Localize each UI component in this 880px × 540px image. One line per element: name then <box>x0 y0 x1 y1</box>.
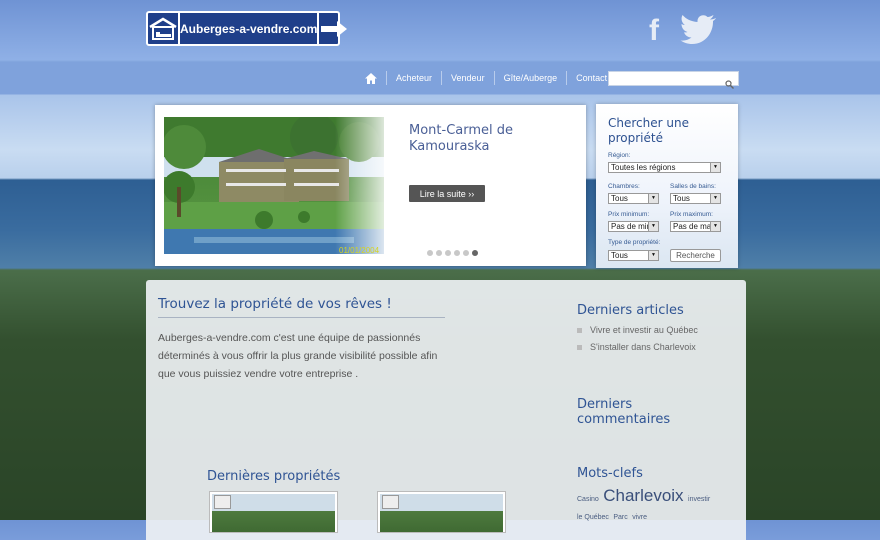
facebook-icon[interactable]: f <box>649 14 659 48</box>
page-heading: Trouvez la propriété de vos rêves ! <box>158 296 392 312</box>
slider-dot-3[interactable] <box>445 250 451 256</box>
slider-dot-4[interactable] <box>454 250 460 256</box>
chambres-label: Chambres: <box>608 183 640 190</box>
slider-dots <box>427 250 478 256</box>
camera-icon <box>214 495 231 509</box>
article-link-label: Vivre et investir au Québec <box>590 325 698 335</box>
house-bed-icon <box>148 13 180 44</box>
article-link[interactable]: Vivre et investir au Québec <box>577 325 698 335</box>
heading-divider <box>158 317 445 318</box>
slider-dot-2[interactable] <box>436 250 442 256</box>
panel-title: Chercher une propriété <box>608 116 689 145</box>
type-select[interactable]: Tous ▼ <box>608 250 659 261</box>
search-input[interactable] <box>608 71 739 89</box>
slider-dot-5[interactable] <box>463 250 469 256</box>
chambres-select[interactable]: Tous ▼ <box>608 193 659 204</box>
tag-link[interactable]: Charlevoix <box>603 486 683 505</box>
main-nav: Acheteur Vendeur Gîte/Auberge Contact <box>356 62 616 94</box>
slider-dot-6[interactable] <box>472 250 478 256</box>
tag-link[interactable]: Casino <box>577 496 599 503</box>
salles-label: Salles de bains: <box>670 183 716 190</box>
featured-slider: 01/01/2004 Mont-Carmel de Kamouraska Lir… <box>155 105 586 266</box>
arrow-right-icon <box>319 13 349 44</box>
type-label: Type de propriété: <box>608 239 661 246</box>
article-link[interactable]: S'installer dans Charlevoix <box>577 342 696 352</box>
region-select[interactable]: Toutes les régions ▼ <box>608 162 721 173</box>
chevron-down-icon: ▼ <box>648 194 658 203</box>
tags-heading: Mots-clefs <box>577 466 643 481</box>
prix-max-select[interactable]: Pas de max ▼ <box>670 221 721 232</box>
bullet-icon <box>577 344 582 350</box>
site-logo[interactable]: Auberges-a-vendre.com <box>146 11 348 46</box>
chevron-down-icon: ▼ <box>710 163 720 172</box>
prix-max-label: Prix maximum: <box>670 211 713 218</box>
salles-select[interactable]: Tous ▼ <box>670 193 721 204</box>
logo-text: Auberges-a-vendre.com <box>180 13 320 44</box>
chambres-select-value: Tous <box>611 194 628 203</box>
slide-title[interactable]: Mont-Carmel de Kamouraska <box>409 123 579 155</box>
tag-cloud: Casino Charlevoix investir le Québec Par… <box>577 486 727 524</box>
main-content: Trouvez la propriété de vos rêves ! Aube… <box>146 280 746 540</box>
salles-select-value: Tous <box>673 194 690 203</box>
nav-vendeur[interactable]: Vendeur <box>441 71 494 85</box>
prix-min-select-value: Pas de min <box>611 222 652 231</box>
tag-link[interactable]: investir <box>688 496 710 503</box>
latest-comments-heading: Derniers commentaires <box>577 397 671 427</box>
camera-icon <box>382 495 399 509</box>
nav-gite-auberge[interactable]: Gîte/Auberge <box>493 71 567 85</box>
prix-max-select-value: Pas de max <box>673 222 716 231</box>
latest-properties-heading: Dernières propriétés <box>207 469 341 484</box>
search-icon[interactable] <box>725 74 734 93</box>
chevron-down-icon: ▼ <box>710 194 720 203</box>
type-select-value: Tous <box>611 251 628 260</box>
read-more-button[interactable]: Lire la suite ›› <box>409 185 485 202</box>
twitter-icon[interactable] <box>680 14 718 48</box>
region-select-value: Toutes les régions <box>611 163 676 172</box>
property-thumbnail[interactable] <box>377 491 506 533</box>
property-search-panel: Chercher une propriété Région: Toutes le… <box>596 104 738 268</box>
article-link-label: S'installer dans Charlevoix <box>590 342 696 352</box>
nav-acheteur[interactable]: Acheteur <box>386 71 441 85</box>
chevron-down-icon: ▼ <box>710 222 720 231</box>
home-icon[interactable] <box>356 71 386 85</box>
slide-fade <box>335 117 395 254</box>
property-thumbnail[interactable] <box>209 491 338 533</box>
search-submit-button[interactable]: Recherche <box>670 249 721 262</box>
intro-text: Auberges-a-vendre.com c'est une équipe d… <box>158 332 438 380</box>
chevron-down-icon: ▼ <box>648 222 658 231</box>
latest-articles-heading: Derniers articles <box>577 303 684 318</box>
chevron-down-icon: ▼ <box>648 251 658 260</box>
slide-date: 01/01/2004 <box>339 246 380 255</box>
prix-min-select[interactable]: Pas de min ▼ <box>608 221 659 232</box>
slider-dot-1[interactable] <box>427 250 433 256</box>
bullet-icon <box>577 327 582 333</box>
prix-min-label: Prix minimum: <box>608 211 650 218</box>
region-label: Région: <box>608 152 631 159</box>
